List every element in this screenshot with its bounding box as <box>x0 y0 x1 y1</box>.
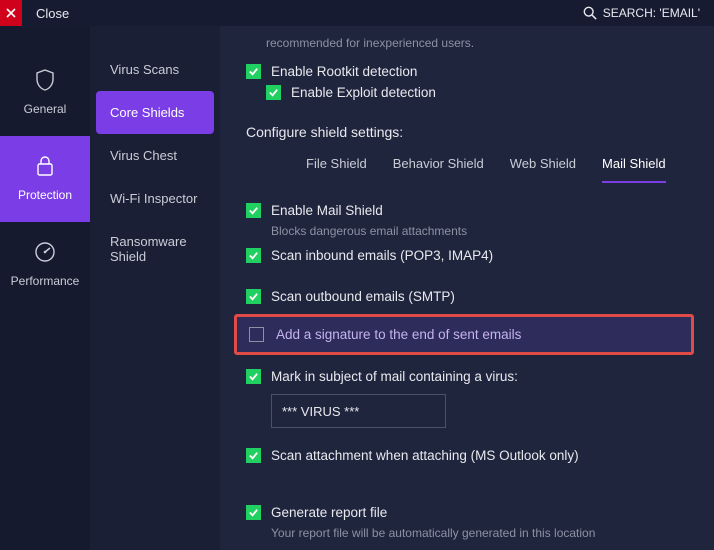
gauge-icon <box>33 240 57 264</box>
checkbox-add-signature[interactable] <box>249 327 264 342</box>
label-scan-inbound: Scan inbound emails (POP3, IMAP4) <box>271 248 493 263</box>
menu-virus-chest[interactable]: Virus Chest <box>96 134 214 177</box>
tab-behavior-shield[interactable]: Behavior Shield <box>393 156 484 183</box>
checkbox-mark-subject[interactable] <box>246 369 261 384</box>
nav-rail: General Protection Performance <box>0 26 90 550</box>
rail-label: General <box>24 102 67 116</box>
label-scan-attachment: Scan attachment when attaching (MS Outlo… <box>271 448 579 463</box>
row-scan-outbound[interactable]: Scan outbound emails (SMTP) <box>246 289 694 304</box>
lock-icon <box>33 154 57 178</box>
row-generate-report[interactable]: Generate report file <box>246 505 694 520</box>
row-scan-inbound[interactable]: Scan inbound emails (POP3, IMAP4) <box>246 248 694 263</box>
checkbox-rootkit[interactable] <box>246 64 261 79</box>
close-button[interactable] <box>0 0 22 26</box>
search-area[interactable]: SEARCH: 'EMAIL' <box>583 6 714 20</box>
row-mark-subject[interactable]: Mark in subject of mail containing a vir… <box>246 369 694 384</box>
tab-web-shield[interactable]: Web Shield <box>510 156 576 183</box>
rail-performance[interactable]: Performance <box>0 222 90 308</box>
content-pane: recommended for inexperienced users. Ena… <box>220 26 714 550</box>
label-exploit: Enable Exploit detection <box>291 85 436 100</box>
label-enable-mail: Enable Mail Shield <box>271 203 383 218</box>
close-label: Close <box>36 6 69 21</box>
checkbox-generate-report[interactable] <box>246 505 261 520</box>
checkbox-exploit[interactable] <box>266 85 281 100</box>
label-add-signature: Add a signature to the end of sent email… <box>276 327 521 342</box>
menu-ransomware-shield[interactable]: Ransomware Shield <box>96 220 214 278</box>
search-icon <box>583 6 597 20</box>
rail-general[interactable]: General <box>0 50 90 136</box>
submenu: Virus Scans Core Shields Virus Chest Wi-… <box>90 26 220 550</box>
tab-file-shield[interactable]: File Shield <box>306 156 367 183</box>
virus-tag-input[interactable] <box>271 394 446 428</box>
rail-label: Protection <box>18 188 72 202</box>
shield-icon <box>33 68 57 92</box>
label-rootkit: Enable Rootkit detection <box>271 64 417 79</box>
rail-protection[interactable]: Protection <box>0 136 90 222</box>
tab-mail-shield[interactable]: Mail Shield <box>602 156 666 183</box>
label-mark-subject: Mark in subject of mail containing a vir… <box>271 369 518 384</box>
menu-wifi-inspector[interactable]: Wi-Fi Inspector <box>96 177 214 220</box>
section-heading: Configure shield settings: <box>246 124 694 140</box>
label-generate-report: Generate report file <box>271 505 387 520</box>
row-scan-attachment[interactable]: Scan attachment when attaching (MS Outlo… <box>246 448 694 463</box>
checkbox-enable-mail[interactable] <box>246 203 261 218</box>
search-label: SEARCH: 'EMAIL' <box>603 6 700 20</box>
row-add-signature[interactable]: Add a signature to the end of sent email… <box>234 314 694 355</box>
shield-tabs: File Shield Behavior Shield Web Shield M… <box>306 156 694 183</box>
close-icon <box>6 8 16 18</box>
row-exploit[interactable]: Enable Exploit detection <box>266 85 694 100</box>
sub-generate-report: Your report file will be automatically g… <box>271 526 694 540</box>
sub-enable-mail: Blocks dangerous email attachments <box>271 224 694 238</box>
menu-core-shields[interactable]: Core Shields <box>96 91 214 134</box>
checkbox-scan-outbound[interactable] <box>246 289 261 304</box>
row-rootkit[interactable]: Enable Rootkit detection <box>246 64 694 79</box>
menu-virus-scans[interactable]: Virus Scans <box>96 48 214 91</box>
label-scan-outbound: Scan outbound emails (SMTP) <box>271 289 455 304</box>
rail-label: Performance <box>11 274 80 288</box>
hint-text: recommended for inexperienced users. <box>266 36 694 50</box>
checkbox-scan-inbound[interactable] <box>246 248 261 263</box>
row-enable-mail[interactable]: Enable Mail Shield <box>246 203 694 218</box>
checkbox-scan-attachment[interactable] <box>246 448 261 463</box>
topbar: Close SEARCH: 'EMAIL' <box>0 0 714 26</box>
